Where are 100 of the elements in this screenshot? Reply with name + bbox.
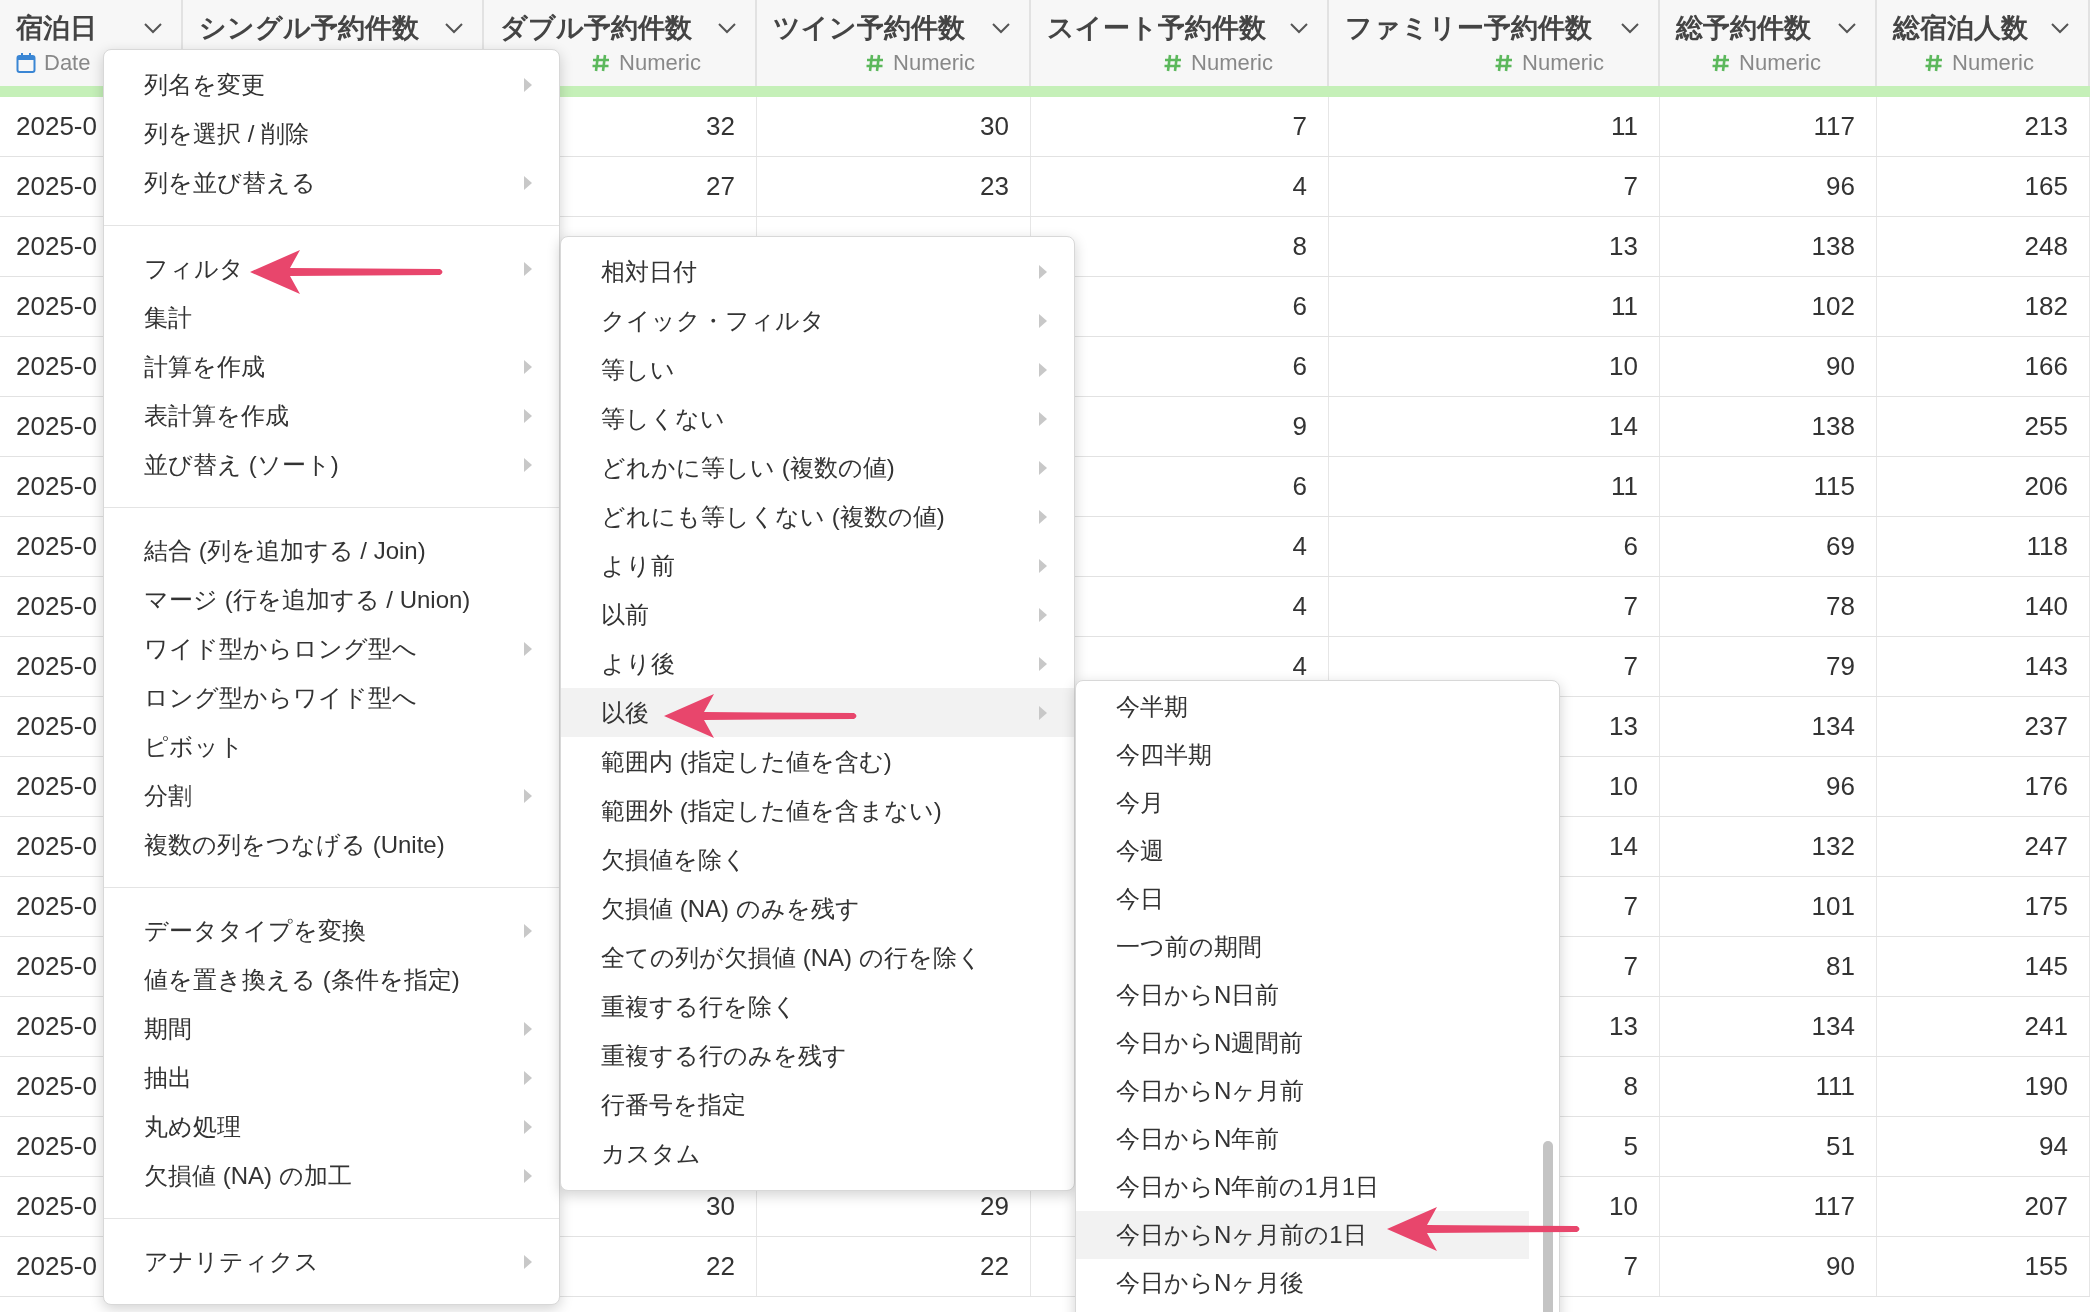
scrollbar-thumb[interactable]	[1543, 1141, 1553, 1312]
menu-item[interactable]: 今週	[1076, 827, 1529, 875]
table-cell: 96	[1826, 771, 1855, 802]
menu-item[interactable]: 丸め処理	[104, 1102, 559, 1151]
table-cell: 69	[1826, 531, 1855, 562]
submenu-arrow-icon	[1038, 606, 1048, 623]
chevron-down-icon[interactable]	[2050, 22, 2070, 34]
submenu-arrow-icon	[1038, 263, 1048, 280]
menu-item[interactable]: 今日からN日前	[1076, 971, 1529, 1019]
menu-item[interactable]: 今日からN週間前	[1076, 1019, 1529, 1067]
menu-item[interactable]: 今四半期	[1076, 731, 1529, 779]
menu-item[interactable]: 相対日付	[561, 247, 1074, 296]
menu-item[interactable]: 重複する行を除く	[561, 982, 1074, 1031]
menu-item[interactable]: 欠損値 (NA) のみを残す	[561, 884, 1074, 933]
table-cell: 175	[2024, 891, 2068, 922]
table-cell: 7	[1623, 1251, 1638, 1282]
menu-item[interactable]: 範囲外 (指定した値を含まない)	[561, 786, 1074, 835]
menu-item[interactable]: ピボット	[104, 722, 559, 771]
column-type: Numeric	[1739, 50, 1821, 76]
menu-item[interactable]: 複数の列をつなげる (Unite)	[104, 820, 559, 869]
menu-item[interactable]: 分割	[104, 771, 559, 820]
menu-item[interactable]: 結合 (列を追加する / Join)	[104, 526, 559, 575]
table-cell: 117	[1813, 111, 1855, 142]
menu-item[interactable]: クイック・フィルタ	[561, 296, 1074, 345]
table-cell: 166	[2024, 351, 2068, 382]
table-cell: 13	[1609, 1011, 1638, 1042]
menu-item[interactable]: 今月	[1076, 779, 1529, 827]
menu-item[interactable]: 欠損値 (NA) の加工	[104, 1151, 559, 1200]
menu-item[interactable]: 重複する行のみを残す	[561, 1031, 1074, 1080]
table-cell: 117	[1813, 1191, 1855, 1222]
menu-item[interactable]: マージ (行を追加する / Union)	[104, 575, 559, 624]
table-cell: 2025-0	[16, 651, 97, 682]
table-cell: 4	[1292, 591, 1307, 622]
calendar-icon	[16, 52, 36, 74]
column-name: シングル予約件数	[199, 12, 419, 45]
menu-item[interactable]: 全ての列が欠損値 (NA) の行を除く	[561, 933, 1074, 982]
table-cell: 2025-0	[16, 1071, 97, 1102]
chevron-down-icon[interactable]	[1289, 22, 1309, 34]
table-cell: 138	[1811, 231, 1855, 262]
menu-item[interactable]: より前	[561, 541, 1074, 590]
chevron-down-icon[interactable]	[991, 22, 1011, 34]
menu-item[interactable]: カスタム	[561, 1129, 1074, 1178]
submenu-arrow-icon	[523, 407, 533, 424]
menu-item[interactable]: アナリティクス	[104, 1237, 559, 1286]
table-cell: 2025-0	[16, 531, 97, 562]
column-name: 宿泊日	[16, 12, 97, 45]
menu-item[interactable]: 等しい	[561, 345, 1074, 394]
menu-item[interactable]: 範囲内 (指定した値を含む)	[561, 737, 1074, 786]
submenu-arrow-icon	[523, 922, 533, 939]
table-cell: 10	[1609, 351, 1638, 382]
menu-item[interactable]: 計算を作成	[104, 342, 559, 391]
menu-item[interactable]: 集計	[104, 293, 559, 342]
table-cell: 115	[1813, 471, 1855, 502]
menu-item[interactable]: 一つ前の期間	[1076, 923, 1529, 971]
table-cell: 248	[2024, 231, 2068, 262]
table-cell: 165	[2024, 171, 2068, 202]
menu-item[interactable]: データタイプを変換	[104, 906, 559, 955]
table-cell: 2025-0	[16, 411, 97, 442]
chevron-down-icon[interactable]	[1837, 22, 1857, 34]
menu-item[interactable]: 今日	[1076, 875, 1529, 923]
menu-item[interactable]: どれにも等しくない (複数の値)	[561, 492, 1074, 541]
table-cell: 145	[2024, 951, 2068, 982]
menu-item[interactable]: 以後	[561, 688, 1074, 737]
menu-item[interactable]: 値を置き換える (条件を指定)	[104, 955, 559, 1004]
table-cell: 90	[1826, 351, 1855, 382]
menu-item[interactable]: どれかに等しい (複数の値)	[561, 443, 1074, 492]
table-cell: 237	[2024, 711, 2068, 742]
menu-item[interactable]: ロング型からワイド型へ	[104, 673, 559, 722]
menu-item[interactable]: 等しくない	[561, 394, 1074, 443]
menu-item[interactable]: フィルタ	[104, 244, 559, 293]
column-type: Numeric	[619, 50, 701, 76]
menu-item[interactable]: 行番号を指定	[561, 1080, 1074, 1129]
submenu-arrow-icon	[523, 1118, 533, 1135]
submenu-arrow-icon	[1038, 459, 1048, 476]
submenu-arrow-icon	[1038, 704, 1048, 721]
menu-item[interactable]: 列を選択 / 削除	[104, 109, 559, 158]
menu-item[interactable]: 今日からNヶ月後	[1076, 1259, 1529, 1307]
menu-item[interactable]: 表計算を作成	[104, 391, 559, 440]
table-cell: 23	[980, 171, 1009, 202]
menu-item[interactable]: 今日からNヶ月前	[1076, 1067, 1529, 1115]
chevron-down-icon[interactable]	[1620, 22, 1640, 34]
chevron-down-icon[interactable]	[143, 22, 163, 34]
submenu-arrow-icon	[523, 787, 533, 804]
menu-item[interactable]: 今日からNヶ月前の1日	[1076, 1211, 1529, 1259]
chevron-down-icon[interactable]	[717, 22, 737, 34]
menu-item[interactable]: 今日からN年前の1月1日	[1076, 1163, 1529, 1211]
menu-item[interactable]: 抽出	[104, 1053, 559, 1102]
menu-item[interactable]: 並び替え (ソート)	[104, 440, 559, 489]
menu-item[interactable]: 欠損値を除く	[561, 835, 1074, 884]
menu-item[interactable]: より後	[561, 639, 1074, 688]
menu-item[interactable]: 以前	[561, 590, 1074, 639]
menu-item[interactable]: 期間	[104, 1004, 559, 1053]
menu-item[interactable]: 今半期	[1076, 683, 1529, 731]
table-cell: 2025-0	[16, 831, 97, 862]
table-cell: 111	[1815, 1071, 1855, 1102]
menu-item[interactable]: ワイド型からロング型へ	[104, 624, 559, 673]
menu-item[interactable]: 列を並び替える	[104, 158, 559, 207]
chevron-down-icon[interactable]	[444, 22, 464, 34]
menu-item[interactable]: 今日からN年前	[1076, 1115, 1529, 1163]
column-type: Numeric	[1191, 50, 1273, 76]
